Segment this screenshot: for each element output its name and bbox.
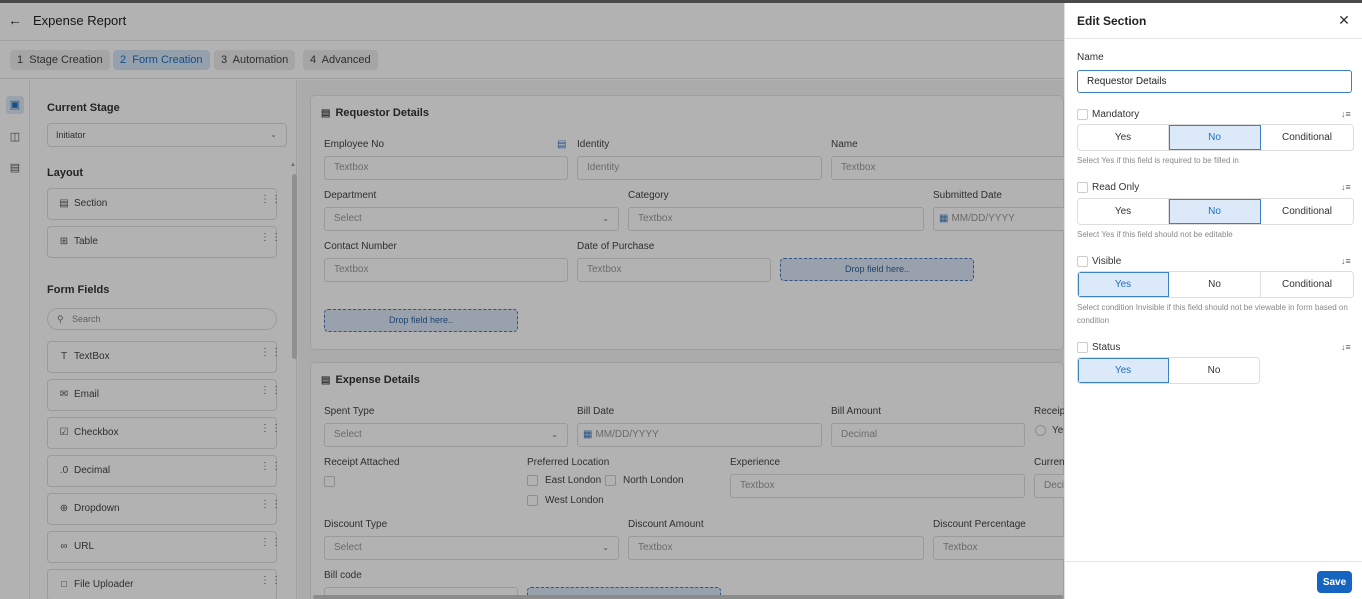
visible-label: Visible [1092, 256, 1122, 267]
save-button[interactable]: Save [1317, 571, 1352, 593]
sort-icon[interactable]: ↓≡ [1341, 342, 1351, 352]
close-icon[interactable]: ✕ [1336, 12, 1352, 28]
sort-icon[interactable]: ↓≡ [1341, 182, 1351, 192]
divider [1065, 561, 1362, 562]
status-no-button[interactable]: No [1169, 358, 1259, 383]
visible-conditional-button[interactable]: Conditional [1261, 272, 1353, 297]
modal-backdrop[interactable] [0, 0, 1064, 599]
read-only-yes-button[interactable]: Yes [1078, 199, 1169, 224]
status-checkbox[interactable] [1077, 342, 1088, 353]
mandatory-no-button[interactable]: No [1169, 125, 1261, 150]
status-yes-button[interactable]: Yes [1078, 358, 1169, 383]
mandatory-checkbox[interactable] [1077, 109, 1088, 120]
mandatory-label: Mandatory [1092, 109, 1140, 120]
mandatory-hint: Select Yes if this field is required to … [1077, 156, 1239, 165]
read-only-toggle: Yes No Conditional [1077, 198, 1354, 225]
read-only-hint: Select Yes if this field should not be e… [1077, 230, 1233, 239]
mandatory-yes-button[interactable]: Yes [1078, 125, 1169, 150]
name-label: Name [1077, 52, 1104, 63]
drawer-title: Edit Section [1077, 14, 1147, 28]
top-border [0, 0, 1362, 3]
sort-icon[interactable]: ↓≡ [1341, 109, 1351, 119]
mandatory-conditional-button[interactable]: Conditional [1261, 125, 1353, 150]
edit-section-drawer: Edit Section ✕ Name Mandatory ↓≡ Yes No … [1064, 0, 1362, 599]
mandatory-toggle: Yes No Conditional [1077, 124, 1354, 151]
read-only-label: Read Only [1092, 182, 1140, 193]
visible-no-button[interactable]: No [1169, 272, 1261, 297]
visible-checkbox[interactable] [1077, 256, 1088, 267]
visible-yes-button[interactable]: Yes [1078, 272, 1169, 297]
read-only-checkbox[interactable] [1077, 182, 1088, 193]
visible-toggle: Yes No Conditional [1077, 271, 1354, 298]
divider [1065, 38, 1362, 39]
status-toggle: Yes No [1077, 357, 1260, 384]
status-label: Status [1092, 342, 1121, 353]
section-name-input[interactable] [1077, 70, 1352, 93]
sort-icon[interactable]: ↓≡ [1341, 256, 1351, 266]
read-only-conditional-button[interactable]: Conditional [1261, 199, 1353, 224]
read-only-no-button[interactable]: No [1169, 199, 1261, 224]
visible-hint: Select condition Invisible if this field… [1077, 303, 1348, 325]
